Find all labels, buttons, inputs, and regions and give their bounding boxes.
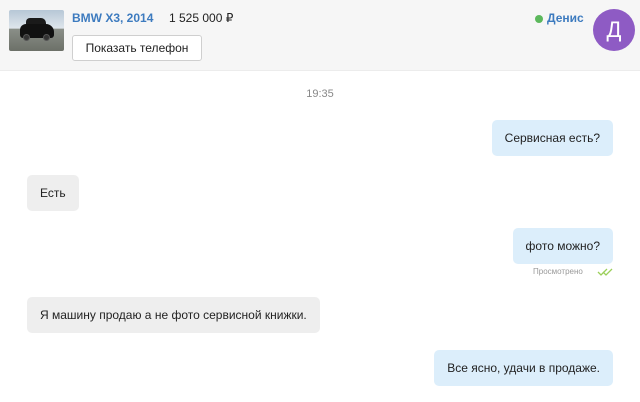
read-status-label: Просмотрено [533, 267, 583, 276]
message-outgoing: Все ясно, удачи в продаже. [434, 350, 613, 386]
car-thumbnail[interactable] [9, 10, 64, 51]
car-title-link[interactable]: BMW X3, 2014 [72, 11, 153, 25]
car-wheel-front [23, 34, 30, 41]
message-incoming: Я машину продаю а не фото сервисной книж… [27, 297, 320, 333]
double-check-icon [597, 268, 613, 276]
message-outgoing: Сервисная есть? [491, 120, 613, 156]
message-outgoing: фото можно? [512, 228, 613, 264]
car-wheel-rear [43, 34, 50, 41]
car-price: 1 525 000 ₽ [169, 11, 234, 25]
user-name-link[interactable]: Денис [547, 11, 584, 25]
chat-header: BMW X3, 2014 1 525 000 ₽ Показать телефо… [0, 0, 640, 71]
online-dot-icon [535, 15, 543, 23]
show-phone-button[interactable]: Показать телефон [72, 35, 202, 61]
message-incoming: Есть [27, 175, 79, 211]
message-time: 19:35 [306, 88, 334, 100]
avatar[interactable]: Д [593, 9, 635, 51]
